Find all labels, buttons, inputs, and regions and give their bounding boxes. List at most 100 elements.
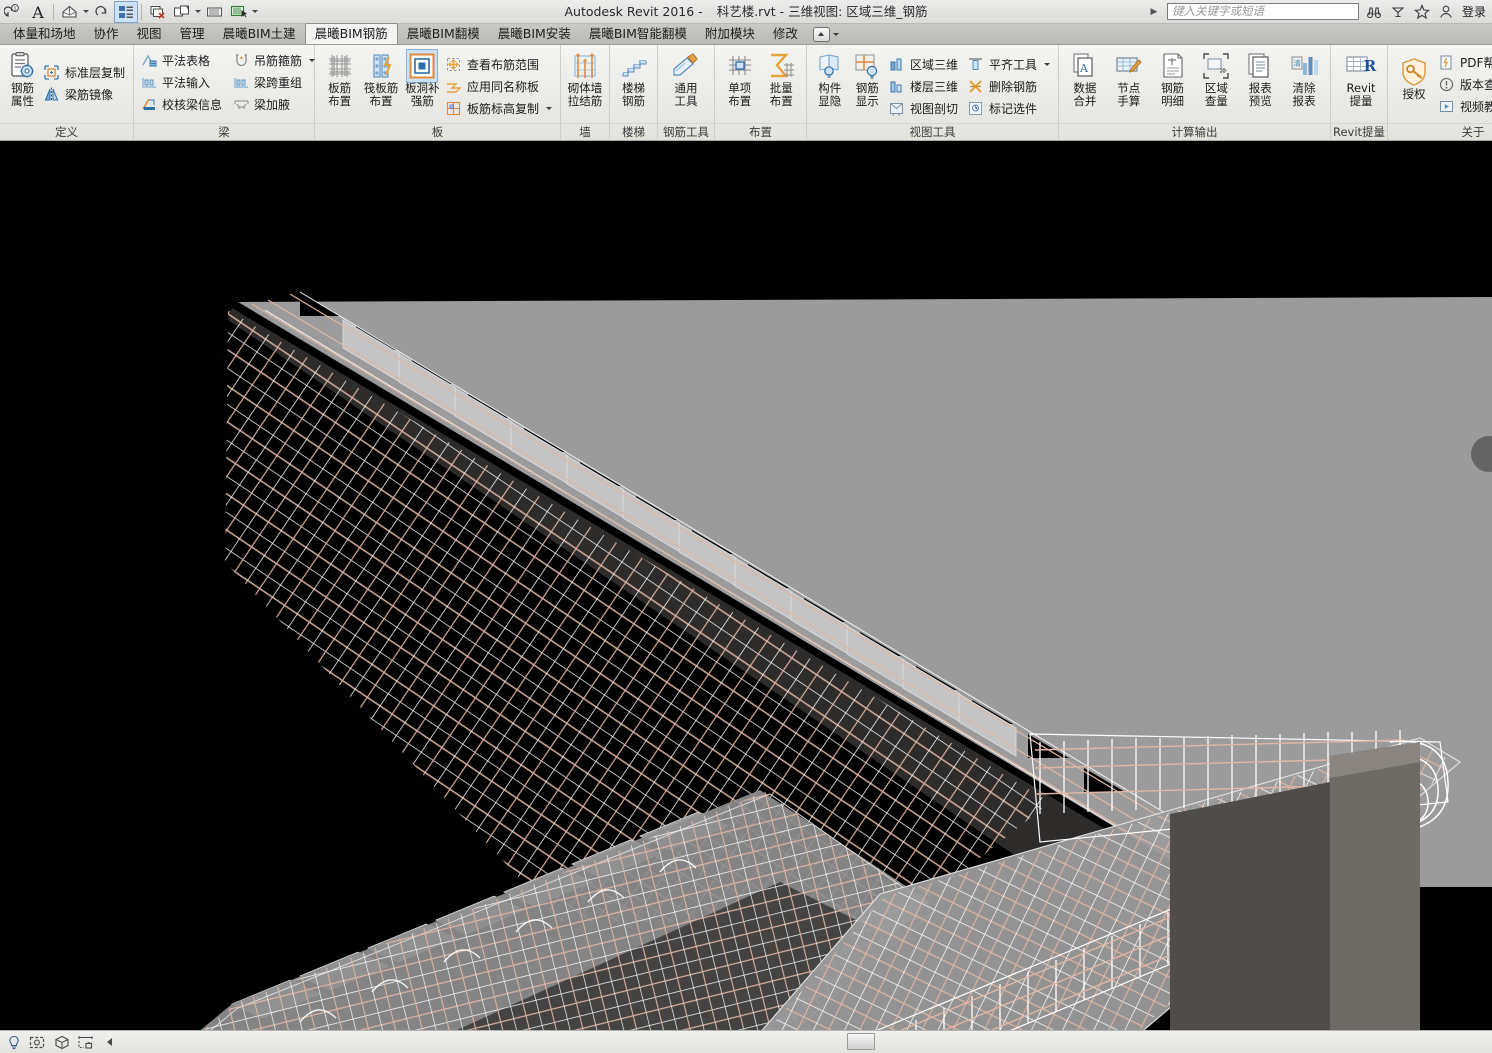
tab-chenxi-bim-civil[interactable]: 晨曦BIM土建 [214,24,305,44]
pdf-help-button[interactable]: PDF帮助 [1436,52,1492,73]
stair-rebar-button[interactable]: 楼梯 钢筋 [614,48,653,108]
tab-manage[interactable]: 管理 [171,24,214,44]
apply-same-name-slab-icon [445,78,463,96]
ribbon-minimize-caret[interactable] [832,32,839,36]
apply-same-name-slab-button[interactable]: 应用同名称板 [443,76,556,97]
rebar-display-button[interactable]: 钢筋 显示 [848,48,885,108]
flat-method-table-button[interactable]: 平法表格 [138,50,226,71]
horizontal-scrollbar-thumb[interactable] [847,1033,875,1050]
component-visibility-label-2: 显隐 [818,94,842,108]
favorites-star-icon[interactable] [1414,3,1431,20]
rebar-properties-button[interactable]: 钢筋 属性 [4,48,41,108]
undo-redo-history-icon[interactable]: 1 [2,1,26,23]
rebar-schedule-button[interactable]: 钢筋 明细 [1151,48,1195,108]
batch-layout-button[interactable]: 批量 布置 [761,48,803,108]
masonry-wall-tie-rebar-button[interactable]: 砌体墙 拉结筋 [565,48,605,108]
data-merge-button[interactable]: A 数据 合并 [1063,48,1107,108]
slab-opening-reinforce-button[interactable]: 板洞补 强筋 [402,48,443,108]
crop-region-icon[interactable] [28,1034,47,1051]
app-letter-icon[interactable]: A [26,1,50,23]
3d-box-icon[interactable] [52,1034,71,1051]
authorize-button[interactable]: 授权 [1392,48,1436,101]
binoculars-icon[interactable] [1366,3,1383,20]
home-dropdown-caret[interactable] [81,1,90,23]
masonry-wall-tie-rebar-icon [570,50,600,82]
about-small-column-a: PDF帮助 版本查询 [1436,51,1492,117]
single-layout-button[interactable]: 单项 布置 [719,48,761,108]
view-rebar-range-button[interactable]: 查看布筋范围 [443,54,556,75]
align-tool-caret[interactable] [1044,63,1050,66]
collapse-arrow-icon[interactable] [100,1034,119,1051]
tab-chenxi-bim-rebar[interactable]: 晨曦BIM钢筋 [304,23,398,44]
video-tutorial-button[interactable]: 视频教程 [1436,96,1492,117]
version-query-button[interactable]: 版本查询 [1436,74,1492,95]
revit-quantity-label-2: 提量 [1349,94,1373,108]
panel-label-wall: 墙 [561,123,609,140]
user-interface-icon[interactable] [226,1,250,23]
slab-rebar-elevation-copy-button[interactable]: 板筋标高复制 [443,98,556,119]
circle-arrow-icon[interactable] [90,1,114,23]
info-center-expand-caret[interactable]: ▶ [1148,7,1160,17]
delete-rebar-button[interactable]: 删除钢筋 [965,76,1054,97]
floor-3d-button[interactable]: 楼层三维 [886,76,962,97]
beam-rebar-mirror-button[interactable]: 梁筋镜像 [41,84,129,105]
subscription-icon[interactable] [1390,3,1407,20]
node-manual-calc-label-2: 手算 [1117,94,1141,108]
general-tools-button[interactable]: 通用 工具 [662,48,710,108]
video-tutorial-icon [1438,98,1456,116]
report-preview-button[interactable]: 报表 预览 [1238,48,1282,108]
properties-panel-icon[interactable] [114,0,138,23]
check-beam-info-button[interactable]: 校核梁信息 [138,94,226,115]
switch-windows-caret[interactable] [193,1,202,23]
tab-modify[interactable]: 修改 [764,24,807,44]
hanger-stirrup-button[interactable]: 吊筋箍筋 [230,50,319,71]
node-manual-calc-button[interactable]: 节点 手算 [1107,48,1151,108]
search-input[interactable]: 键入关键字或短语 [1166,3,1359,20]
slab-rebar-elevation-copy-caret[interactable] [546,107,552,110]
3d-model-render[interactable] [0,142,1492,1030]
tile-windows-icon[interactable] [202,1,226,23]
lightbulb-icon[interactable] [4,1034,23,1051]
component-visibility-button[interactable]: 构件 显隐 [811,48,848,108]
ribbon-minimize-control[interactable] [812,24,839,44]
tab-addins[interactable]: 附加模块 [696,24,764,44]
beam-small-column-b: 吊筋箍筋 梁跨重组 梁加腋 [230,49,319,115]
tab-collaborate[interactable]: 协作 [85,24,128,44]
beam-haunch-button[interactable]: 梁加腋 [230,94,319,115]
account-person-icon[interactable] [1438,3,1455,20]
tab-chenxi-bim-smart-modeling[interactable]: 晨曦BIM智能翻模 [580,24,696,44]
tag-selection-button[interactable]: 标记选件 [965,98,1054,119]
home-icon[interactable] [57,1,81,23]
tab-view[interactable]: 视图 [128,24,171,44]
view-section-cut-button[interactable]: 视图剖切 [886,98,962,119]
align-tool-icon [967,56,985,74]
tag-selection-icon [967,100,985,118]
clear-report-button[interactable]: 清 清除 报表 [1282,48,1326,108]
area-quantity-button[interactable]: 区域 查量 [1194,48,1238,108]
delete-rebar-label: 删除钢筋 [988,79,1037,94]
qat-overflow-caret[interactable] [250,1,259,23]
ribbon-panel-rebar-tools: 通用 工具 钢筋工具 [658,45,715,140]
flat-method-input-button[interactable]: 平法输入 [138,72,226,93]
ribbon-minimize-icon[interactable] [812,26,830,42]
raft-rebar-layout-button[interactable]: 筏板筋 布置 [360,48,401,108]
tab-chenxi-bim-mep[interactable]: 晨曦BIM安装 [489,24,580,44]
status-bar [0,1030,1492,1053]
revit-quantity-button[interactable]: R Revit 提量 [1335,48,1387,108]
slab-rebar-layout-button[interactable]: 板筋 布置 [319,48,360,108]
switch-windows-icon[interactable] [169,1,193,23]
slab-rebar-layout-icon [325,50,355,82]
sign-in-button[interactable]: 登录 [1462,3,1486,20]
standard-floor-copy-button[interactable]: 标准层复制 [41,62,129,83]
tab-chenxi-bim-modeling[interactable]: 晨曦BIM翻模 [398,24,489,44]
close-hidden-windows-icon[interactable] [145,1,169,23]
window-title-doc: 科艺楼.rvt - 三维视图: 区域三维_钢筋 [716,4,928,19]
3d-viewport[interactable] [0,142,1492,1030]
beam-rebar-mirror-label: 梁筋镜像 [64,87,113,102]
align-tool-button[interactable]: 平齐工具 [965,54,1054,75]
area-3d-button[interactable]: 区域三维 [886,54,962,75]
tab-mass-site[interactable]: 体量和场地 [4,24,85,44]
beam-span-regroup-button[interactable]: 梁跨重组 [230,72,319,93]
dimension-lock-icon[interactable] [76,1034,95,1051]
area-quantity-icon [1201,50,1231,82]
